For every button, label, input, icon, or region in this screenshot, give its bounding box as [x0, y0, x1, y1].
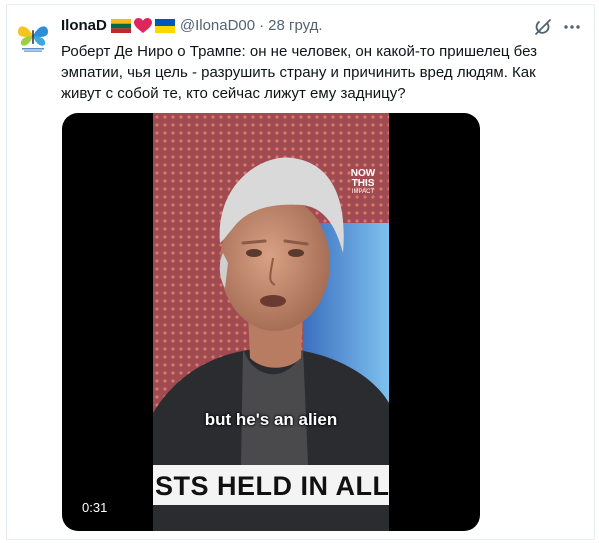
video-frame[interactable]: NOW THIS IMPACT but he's an alien STS HE… — [153, 113, 389, 531]
red-heart-icon — [133, 18, 152, 33]
tweet-date[interactable]: 28 груд. — [268, 16, 322, 36]
channel-logo: NOW THIS IMPACT — [350, 169, 376, 197]
avatar[interactable] — [15, 18, 51, 54]
tweet-header: IlonaD @IlonaD00 · 28 груд. — [61, 16, 323, 36]
ukraine-flag-icon — [154, 19, 175, 33]
author-name[interactable]: IlonaD — [61, 16, 107, 36]
video-player[interactable]: NOW THIS IMPACT but he's an alien STS HE… — [62, 113, 480, 531]
author-handle[interactable]: @IlonaD00 — [180, 16, 255, 36]
more-dots-icon[interactable] — [562, 19, 582, 35]
video-timecode: 0:31 — [78, 499, 112, 517]
logo-sub: IMPACT — [351, 189, 375, 195]
grok-icon[interactable] — [533, 17, 553, 37]
video-subtitle: but he's an alien — [204, 410, 338, 429]
chyron-text: STS HELD IN ALL 50 S — [155, 471, 389, 501]
lithuania-flag-icon — [110, 19, 131, 33]
tweet-text: Роберт Де Ниро о Трампе: он не человек, … — [61, 43, 537, 102]
news-chyron: STS HELD IN ALL 50 S — [153, 465, 389, 505]
separator-dot: · — [259, 17, 265, 34]
logo-line-2: THIS — [351, 178, 375, 189]
